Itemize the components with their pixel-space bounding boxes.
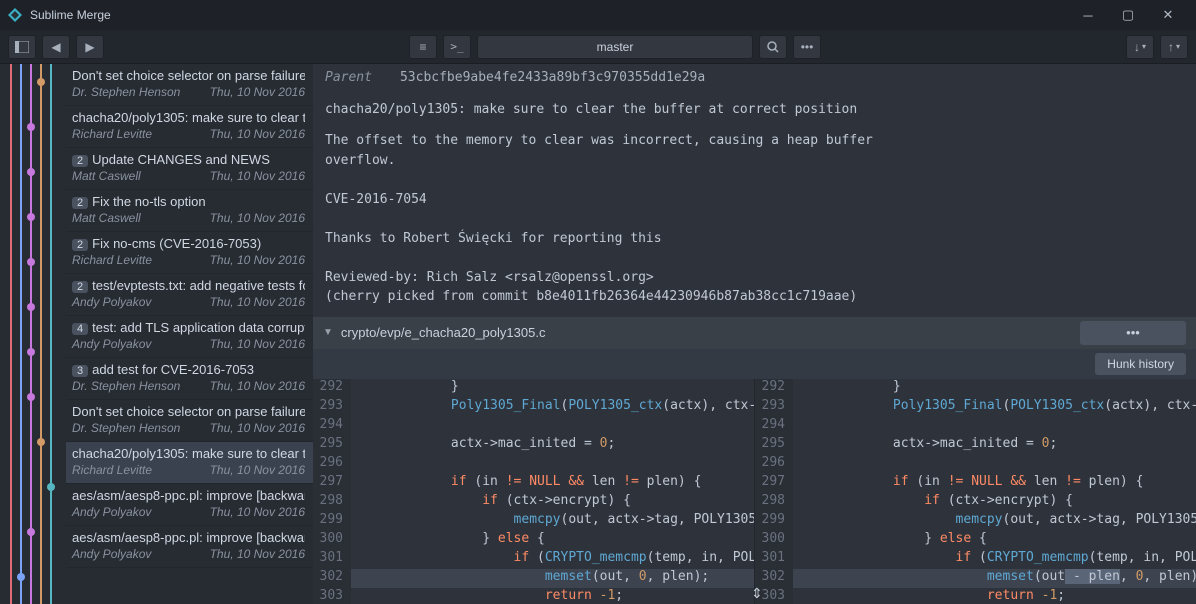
minimize-button[interactable]: ─ — [1068, 0, 1108, 30]
commit-item[interactable]: aes/asm/aesp8-ppc.pl: improve [backward]… — [66, 526, 313, 568]
commit-list[interactable]: Don't set choice selector on parse failu… — [66, 64, 313, 604]
menu-button[interactable]: ≡ — [409, 35, 437, 59]
commit-badge: 2 — [72, 281, 88, 293]
diff-left: 292 }293 Poly1305_Final(POLY1305_ctx(act… — [313, 379, 755, 604]
commit-item[interactable]: Don't set choice selector on parse failu… — [66, 400, 313, 442]
commit-message-body: The offset to the memory to clear was in… — [325, 131, 1184, 307]
push-button[interactable]: ↑▾ — [1160, 35, 1188, 59]
commit-badge: 3 — [72, 365, 88, 377]
collapse-icon: ▼ — [323, 327, 333, 338]
toolbar: ◀ ▶ ≡ >_ master ••• ↓▾ ↑▾ — [0, 30, 1196, 64]
commit-item[interactable]: aes/asm/aesp8-ppc.pl: improve [backward]… — [66, 484, 313, 526]
pull-button[interactable]: ↓▾ — [1126, 35, 1154, 59]
branch-selector[interactable]: master — [477, 35, 753, 59]
parent-hash[interactable]: 53cbcfbe9abe4fe2433a89bf3c970355dd1e29a — [400, 68, 705, 88]
commit-item[interactable]: 2Fix the no-tls optionMatt CaswellThu, 1… — [66, 190, 313, 232]
diff-right: 292 }293 Poly1305_Final(POLY1305_ctx(act… — [755, 379, 1196, 604]
close-button[interactable]: ✕ — [1148, 0, 1188, 30]
commit-item[interactable]: 2Fix no-cms (CVE-2016-7053)Richard Levit… — [66, 232, 313, 274]
commit-item[interactable]: 2test/evptests.txt: add negative tests f… — [66, 274, 313, 316]
commit-badge: 2 — [72, 197, 88, 209]
commit-graph — [0, 64, 66, 604]
sidebar-toggle-button[interactable] — [8, 35, 36, 59]
more-button[interactable]: ••• — [793, 35, 821, 59]
file-header[interactable]: ▼ crypto/evp/e_chacha20_poly1305.c ••• — [313, 317, 1196, 349]
commit-badge: 4 — [72, 323, 88, 335]
search-button[interactable] — [759, 35, 787, 59]
forward-button[interactable]: ▶ — [76, 35, 104, 59]
maximize-button[interactable]: ▢ — [1108, 0, 1148, 30]
commit-badge: 2 — [72, 239, 88, 251]
back-button[interactable]: ◀ — [42, 35, 70, 59]
commit-message-title: chacha20/poly1305: make sure to clear th… — [325, 100, 1184, 120]
commit-item[interactable]: chacha20/poly1305: make sure to clear th… — [66, 106, 313, 148]
file-more-button[interactable]: ••• — [1080, 321, 1186, 345]
commit-item[interactable]: 2Update CHANGES and NEWSMatt CaswellThu,… — [66, 148, 313, 190]
commit-item[interactable]: Don't set choice selector on parse failu… — [66, 64, 313, 106]
resize-handle-icon[interactable]: ⇕ — [751, 585, 763, 602]
hunk-toolbar: Hunk history — [313, 349, 1196, 379]
window-title: Sublime Merge — [30, 8, 111, 22]
commit-badge: 2 — [72, 155, 88, 167]
terminal-button[interactable]: >_ — [443, 35, 471, 59]
file-path: crypto/evp/e_chacha20_poly1305.c — [341, 325, 546, 340]
commit-message-area: Parent 53cbcfbe9abe4fe2433a89bf3c970355d… — [313, 64, 1196, 317]
commit-item[interactable]: 4test: add TLS application data corrupti… — [66, 316, 313, 358]
commit-item[interactable]: 3add test for CVE-2016-7053Dr. Stephen H… — [66, 358, 313, 400]
titlebar: Sublime Merge ─ ▢ ✕ — [0, 0, 1196, 30]
parent-label: Parent — [325, 68, 372, 88]
diff-view[interactable]: 292 }293 Poly1305_Final(POLY1305_ctx(act… — [313, 379, 1196, 604]
app-logo-icon — [8, 8, 22, 22]
commit-item[interactable]: chacha20/poly1305: make sure to clear th… — [66, 442, 313, 484]
commit-detail: Parent 53cbcfbe9abe4fe2433a89bf3c970355d… — [313, 64, 1196, 604]
hunk-history-button[interactable]: Hunk history — [1095, 353, 1186, 375]
